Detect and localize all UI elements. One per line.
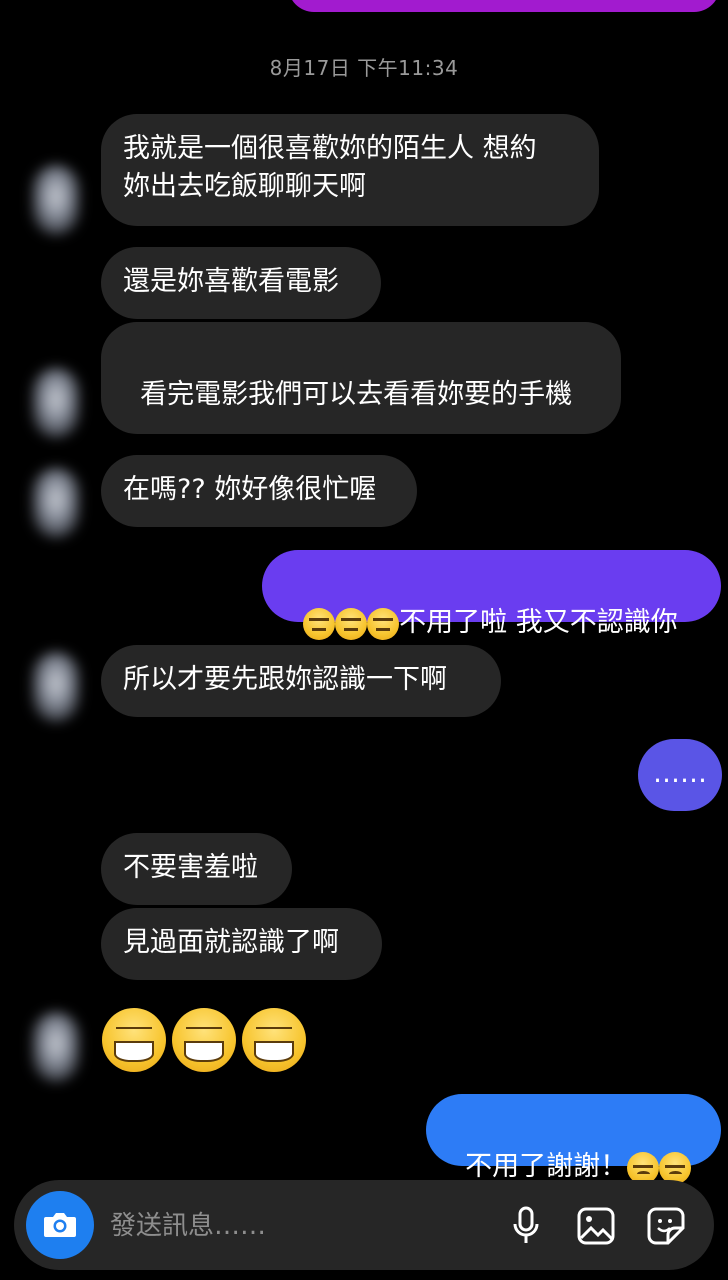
sender-avatar[interactable] bbox=[32, 1012, 80, 1082]
expressionless-emoji-icon bbox=[303, 607, 336, 640]
outgoing-message[interactable]: …… bbox=[638, 739, 722, 811]
incoming-message[interactable]: 所以才要先跟妳認識一下啊 bbox=[101, 645, 501, 717]
message-text: 看完電影我們可以去看看妳要的手機 bbox=[140, 379, 573, 410]
outgoing-message[interactable]: 不用了啦 我又不認識你 bbox=[262, 550, 721, 640]
sender-avatar[interactable] bbox=[32, 652, 80, 722]
message-text: 不用了謝謝！ bbox=[465, 1151, 628, 1182]
incoming-message[interactable]: 看完電影我們可以去看看妳要的手機 bbox=[101, 322, 621, 489]
camera-button[interactable] bbox=[26, 1191, 94, 1259]
incoming-message[interactable]: 見過面就認識了啊 bbox=[101, 908, 382, 980]
message-text: 不用了啦 我又不認識你 bbox=[399, 607, 678, 638]
sender-avatar[interactable] bbox=[32, 368, 80, 438]
sticker-icon bbox=[647, 1207, 685, 1245]
emoji-only-message[interactable] bbox=[102, 1008, 312, 1074]
sender-avatar[interactable] bbox=[32, 468, 80, 538]
incoming-message[interactable]: 不要害羞啦 bbox=[101, 833, 292, 905]
expressionless-emoji-icon bbox=[367, 607, 400, 640]
gallery-button[interactable] bbox=[574, 1204, 618, 1248]
message-timestamp: 8月17日 下午11:34 bbox=[269, 56, 459, 80]
incoming-message[interactable]: 在嗎?? 妳好像很忙喔 bbox=[101, 455, 417, 527]
message-composer bbox=[14, 1180, 714, 1270]
sender-avatar[interactable] bbox=[32, 165, 80, 235]
unamused-emoji-icon bbox=[659, 1151, 692, 1184]
microphone-icon bbox=[513, 1206, 539, 1243]
previous-outgoing-bubble[interactable] bbox=[288, 0, 720, 12]
gallery-icon bbox=[577, 1207, 615, 1245]
incoming-message[interactable]: 我就是一個很喜歡妳的陌生人 想約 妳出去吃飯聊聊天啊 bbox=[101, 114, 599, 226]
incoming-message[interactable]: 還是妳喜歡看電影 bbox=[101, 247, 381, 319]
grin-emoji-icon bbox=[242, 1008, 306, 1072]
microphone-button[interactable] bbox=[504, 1204, 548, 1248]
grin-emoji-icon bbox=[102, 1008, 166, 1072]
grin-emoji-icon bbox=[172, 1008, 236, 1072]
unamused-emoji-icon bbox=[627, 1151, 660, 1184]
sticker-button[interactable] bbox=[644, 1204, 688, 1248]
outgoing-message[interactable]: 不用了謝謝！ bbox=[426, 1094, 721, 1184]
expressionless-emoji-icon bbox=[335, 607, 368, 640]
message-input[interactable] bbox=[108, 1204, 492, 1248]
camera-icon bbox=[44, 1213, 76, 1237]
